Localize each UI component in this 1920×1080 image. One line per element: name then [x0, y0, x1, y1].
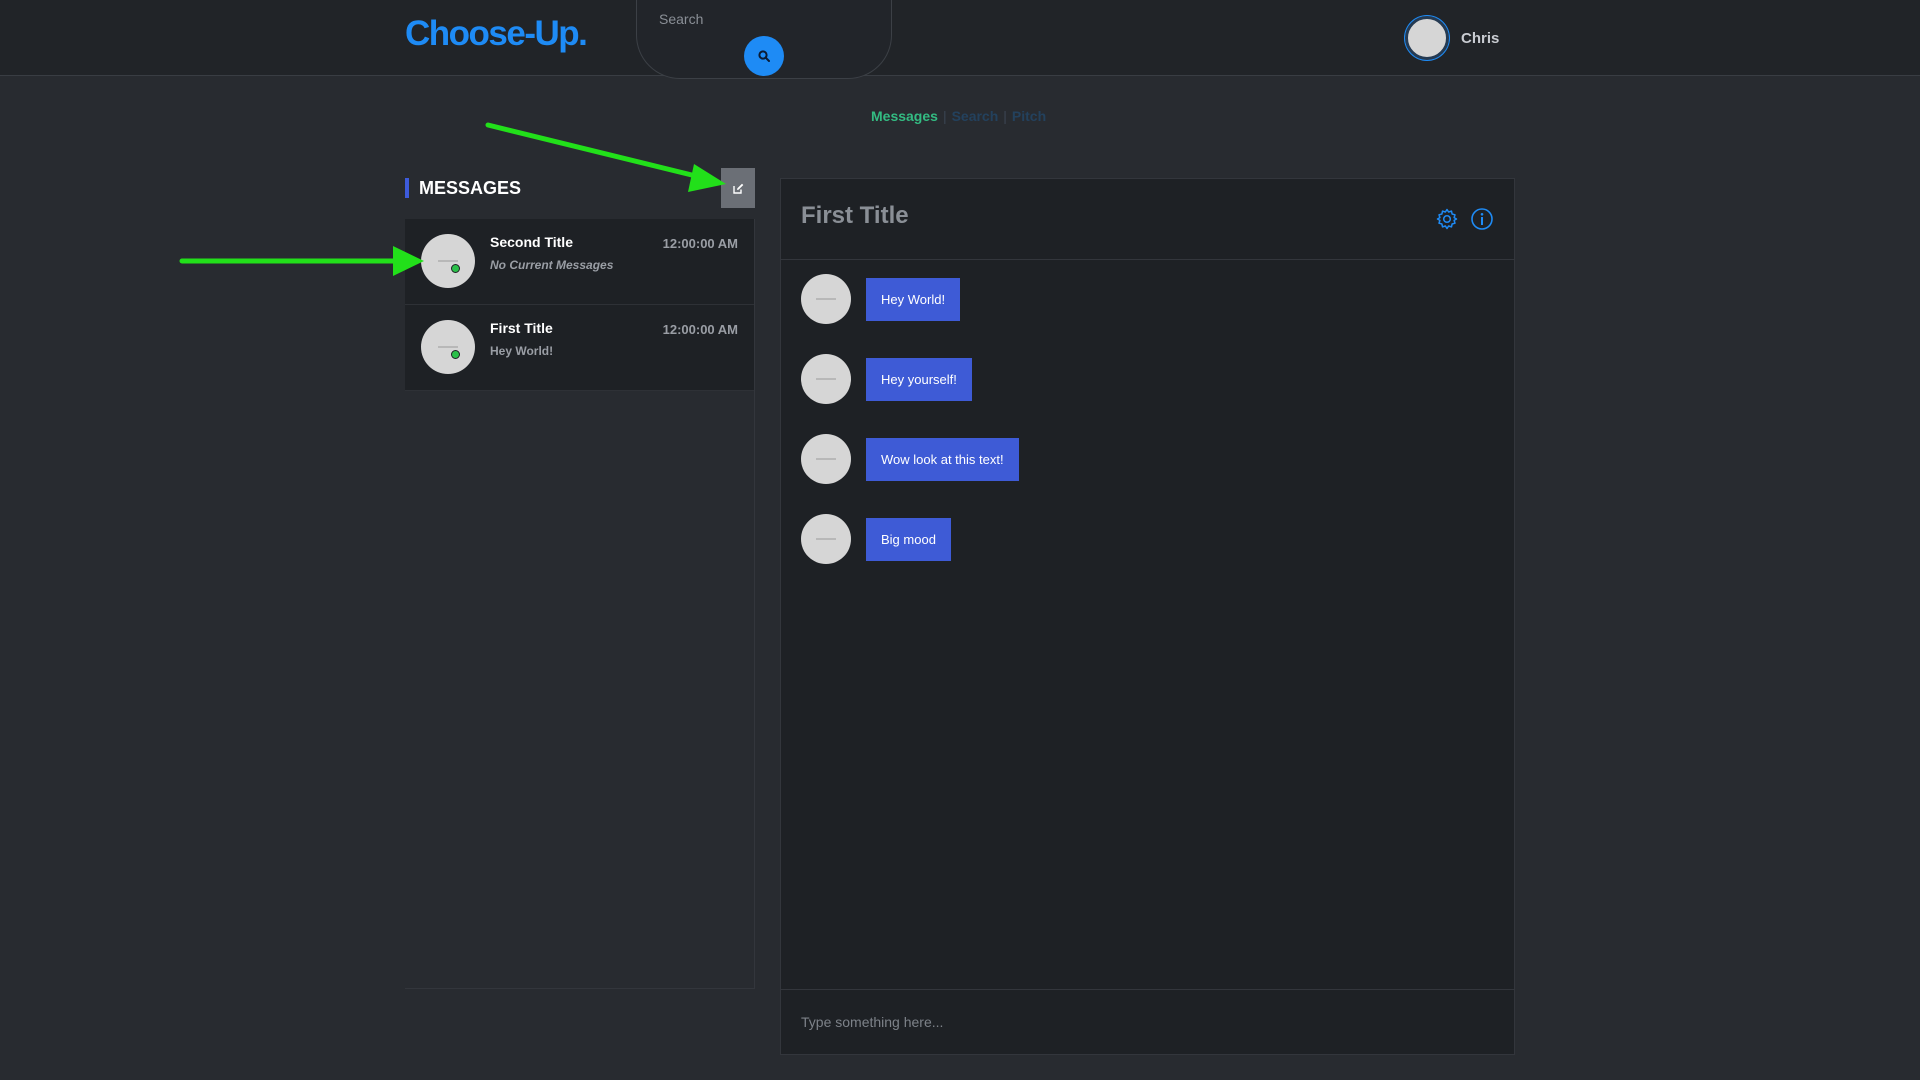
message-composer [781, 989, 1514, 1055]
edit-icon [732, 183, 743, 194]
avatar-placeholder [816, 298, 836, 300]
top-navbar: Choose-Up. Chris [0, 0, 1920, 79]
search-box [636, 0, 892, 79]
nav-pitch[interactable]: Pitch [1012, 108, 1046, 124]
app-logo[interactable]: Choose-Up. [405, 14, 588, 54]
avatar-placeholder [816, 538, 836, 540]
message-input[interactable] [801, 1010, 1481, 1034]
user-avatar[interactable] [1405, 16, 1449, 60]
message-bubble: Hey World! [866, 277, 961, 321]
avatar [421, 234, 475, 288]
online-status-dot [451, 350, 460, 359]
nav-messages[interactable]: Messages [871, 108, 938, 124]
search-icon [758, 50, 770, 62]
avatar-placeholder [816, 378, 836, 380]
chat-message: Hey yourself! [801, 354, 972, 404]
chat-message: Wow look at this text! [801, 434, 1019, 484]
gear-icon[interactable] [1435, 207, 1459, 231]
chat-message: Big mood [801, 514, 951, 564]
online-status-dot [451, 264, 460, 273]
conversation-time: 12:00:00 AM [662, 236, 738, 251]
arrow-to-compose-button [485, 122, 726, 192]
avatar-placeholder [438, 346, 458, 348]
message-bubble: Hey yourself! [866, 357, 972, 401]
conversation-list: Second Title No Current Messages 12:00:0… [405, 219, 755, 989]
avatar-placeholder [816, 458, 836, 460]
message-bubble: Big mood [866, 517, 951, 561]
search-button[interactable] [744, 36, 784, 76]
avatar [801, 274, 851, 324]
conversation-item[interactable]: Second Title No Current Messages 12:00:0… [405, 219, 754, 305]
nav-search[interactable]: Search [952, 108, 999, 124]
conversation-time: 12:00:00 AM [662, 322, 738, 337]
chat-message: Hey World! [801, 274, 961, 324]
arrow-to-conversation-avatar [179, 246, 424, 276]
nav-separator: | [1003, 108, 1007, 124]
conversation-item[interactable]: First Title Hey World! 12:00:00 AM [405, 305, 754, 391]
conversation-preview: Hey World! [490, 344, 554, 358]
messages-heading: MESSAGES [405, 178, 521, 198]
user-menu[interactable]: Chris [1405, 16, 1499, 60]
info-icon[interactable] [1470, 207, 1494, 231]
avatar-placeholder [438, 260, 458, 262]
conversation-title: First Title [490, 320, 553, 336]
chat-title: First Title [801, 202, 909, 229]
avatar [801, 514, 851, 564]
conversation-preview: No Current Messages [490, 258, 614, 272]
conversation-title: Second Title [490, 234, 573, 250]
section-nav: Messages | Search | Pitch [871, 108, 1046, 124]
avatar [801, 354, 851, 404]
avatar [801, 434, 851, 484]
user-name[interactable]: Chris [1461, 30, 1499, 47]
chat-header: First Title [781, 179, 1514, 260]
chat-panel: First Title Hey World! Hey yourself! Wow… [780, 178, 1515, 1055]
avatar [421, 320, 475, 374]
message-bubble: Wow look at this text! [866, 437, 1019, 481]
search-input[interactable] [659, 10, 859, 28]
nav-separator: | [942, 108, 947, 124]
new-message-button[interactable] [721, 168, 755, 208]
